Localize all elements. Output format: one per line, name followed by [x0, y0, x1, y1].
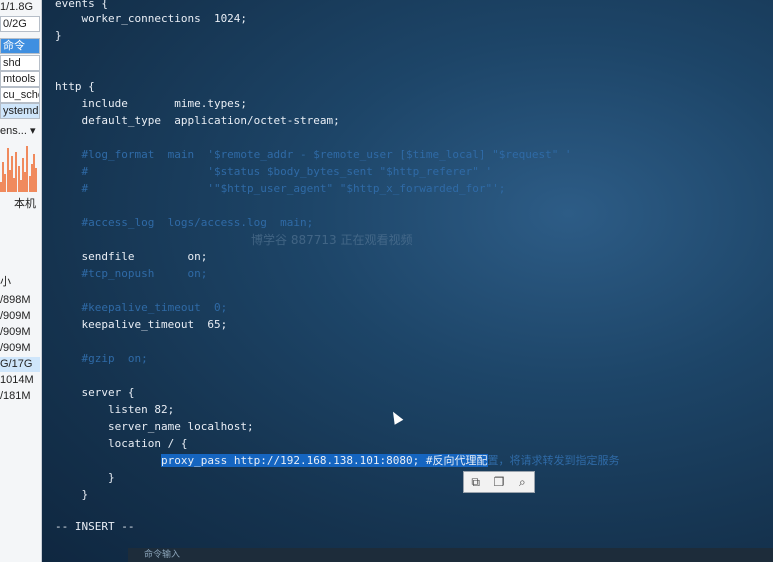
code-line[interactable]: #tcp_nopush on;	[55, 265, 207, 282]
selection-toolbar: ⧉ ❐ ⌕	[463, 471, 535, 493]
code-line[interactable]: keepalive_timeout 65;	[55, 316, 227, 333]
code-line[interactable]: proxy_pass http://192.168.138.101:8080; …	[55, 452, 620, 469]
bottom-panel: 命令输入	[128, 548, 773, 562]
paste-icon[interactable]: ❐	[490, 475, 508, 489]
code-line[interactable]: sendfile on;	[55, 248, 207, 265]
disk-row: /898M	[0, 294, 31, 306]
code-line[interactable]: http {	[55, 78, 95, 95]
disk-header: 小	[0, 276, 11, 288]
code-line[interactable]: location / {	[55, 435, 187, 452]
code-line[interactable]: include mime.types;	[55, 95, 247, 112]
network-interface-select[interactable]: ens... ▾	[0, 124, 40, 139]
copy-icon[interactable]: ⧉	[467, 475, 485, 490]
disk-row: /909M	[0, 342, 31, 354]
disk-row: 1014M	[0, 374, 34, 386]
watermark: 博学谷 887713 正在观看视频	[251, 233, 413, 247]
code-line[interactable]: server {	[55, 384, 134, 401]
code-line[interactable]: }	[55, 27, 62, 44]
code-line[interactable]: server_name localhost;	[55, 418, 254, 435]
network-sparkline	[0, 140, 38, 192]
code-line[interactable]: }	[55, 469, 115, 486]
code-line[interactable]: }	[55, 486, 88, 503]
memory-usage: 1/1.8G	[0, 1, 34, 13]
code-line[interactable]: default_type application/octet-stream;	[55, 112, 339, 129]
process-item[interactable]: ystemd	[0, 103, 40, 119]
mouse-pointer	[388, 409, 404, 425]
process-item[interactable]: mtools	[0, 71, 40, 87]
swap-usage: 0/2G	[0, 16, 40, 32]
code-line[interactable]: # '"$http_user_agent" "$http_x_forwarded…	[55, 180, 505, 197]
code-line[interactable]: #access_log logs/access.log main;	[55, 214, 313, 231]
disk-row: G/17G	[0, 357, 40, 372]
bottom-panel-label: 命令输入	[144, 550, 181, 560]
search-icon[interactable]: ⌕	[513, 475, 531, 490]
code-line[interactable]: -- INSERT --	[55, 518, 134, 535]
disk-row: /909M	[0, 310, 31, 322]
terminal-editor[interactable]: events { worker_connections 1024;} http {…	[42, 0, 773, 562]
process-item[interactable]: shd	[0, 55, 40, 71]
code-line[interactable]: #keepalive_timeout 0;	[55, 299, 227, 316]
machine-label: 本机	[14, 198, 36, 210]
code-line[interactable]: #gzip on;	[55, 350, 147, 367]
code-line[interactable]: #log_format main '$remote_addr - $remote…	[55, 146, 571, 163]
code-line[interactable]: listen 82;	[55, 401, 174, 418]
process-item[interactable]: cu_sche	[0, 87, 40, 103]
code-line[interactable]: # '$status $body_bytes_sent "$http_refer…	[55, 163, 492, 180]
side-panel: 1/1.8G 0/2G 命令 shd mtools cu_sche ystemd…	[0, 0, 42, 562]
disk-row: /909M	[0, 326, 31, 338]
disk-row: /181M	[0, 390, 31, 402]
code-line[interactable]: worker_connections 1024;	[55, 10, 247, 27]
process-tab[interactable]: 命令	[0, 38, 40, 54]
